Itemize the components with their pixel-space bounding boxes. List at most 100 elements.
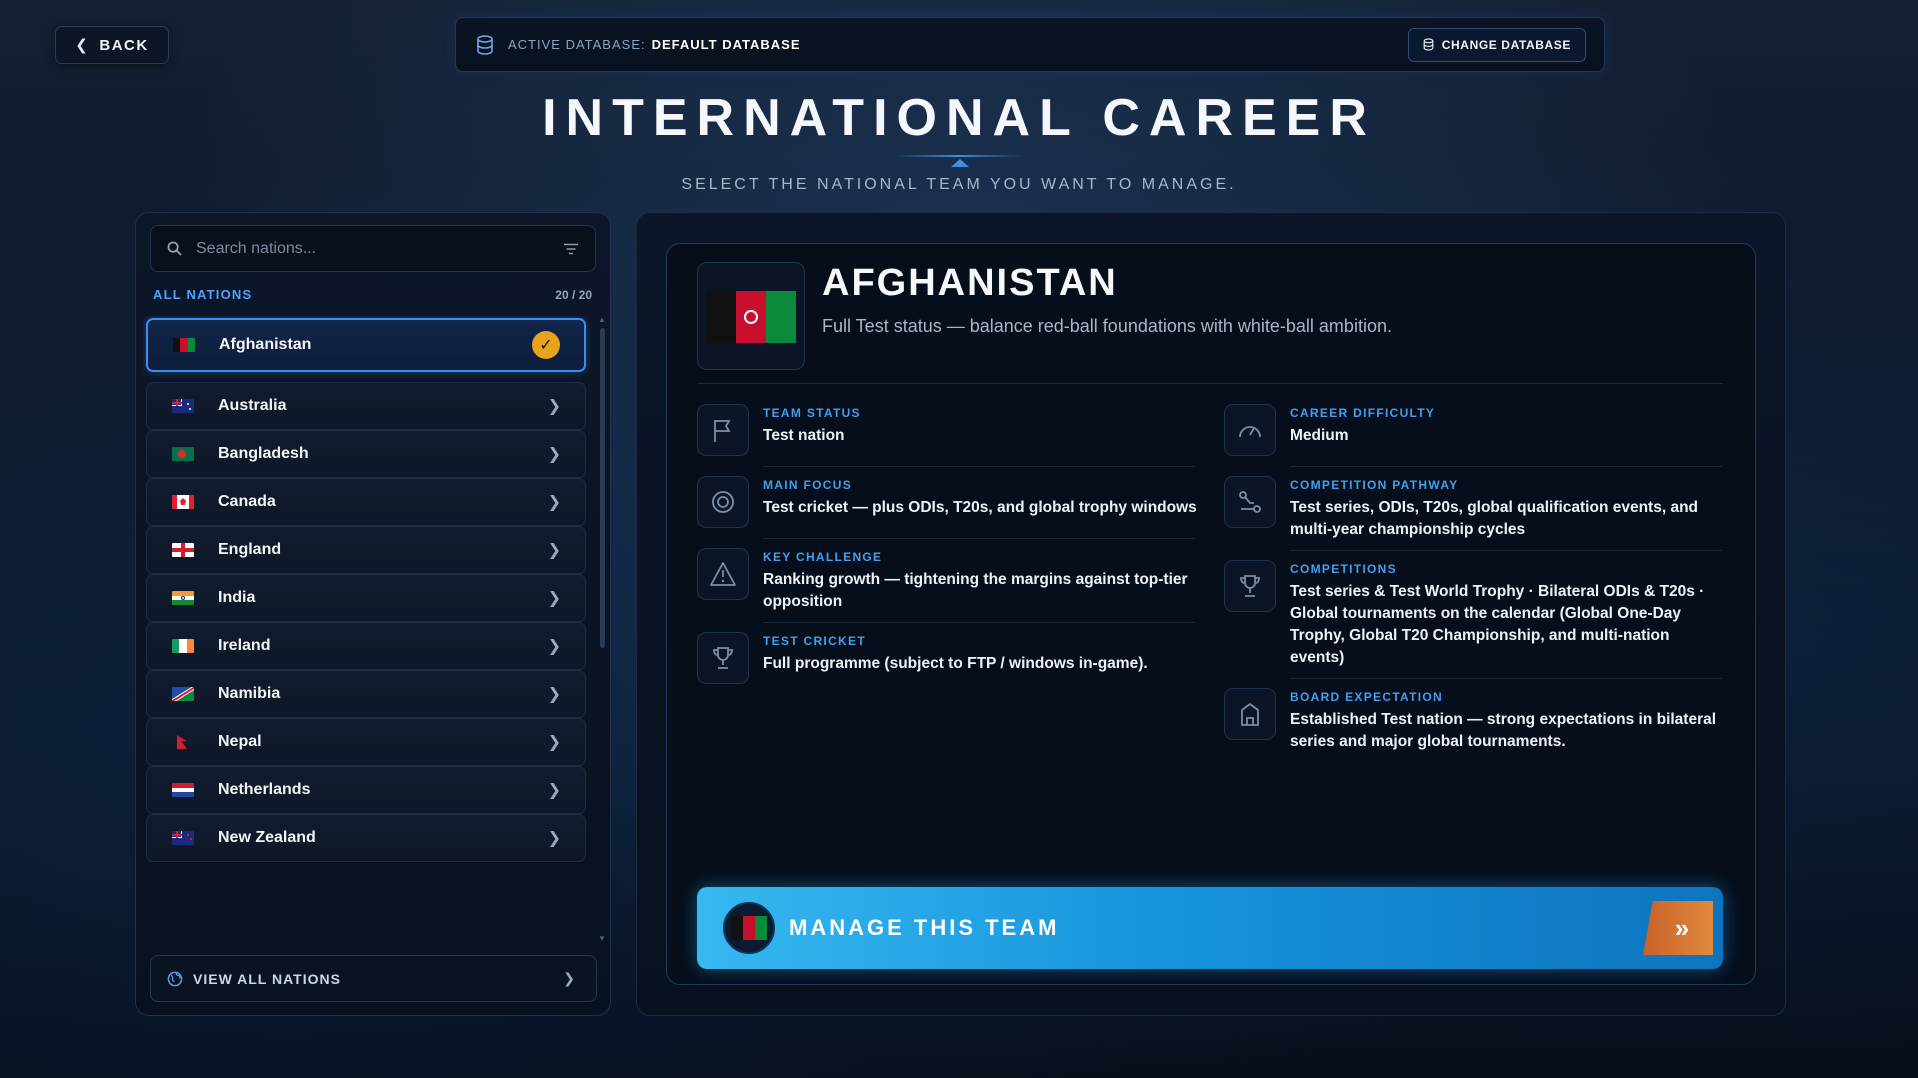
nation-name: New Zealand: [218, 829, 316, 846]
chevron-right-icon: ❯: [547, 446, 561, 463]
scroll-up-arrow-icon[interactable]: ▲: [598, 315, 606, 324]
search-placeholder: Search nations...: [196, 239, 317, 257]
competition-pathway-label: COMPETITION PATHWAY: [1290, 478, 1459, 492]
team-status-value: Test nation: [763, 427, 845, 444]
divider: [763, 466, 1195, 467]
nation-name: Australia: [218, 397, 287, 414]
database-icon: [1423, 38, 1434, 51]
nation-name: Nepal: [218, 733, 262, 750]
section-label: ALL NATIONS: [153, 287, 253, 302]
chevron-right-icon: ❯: [547, 542, 561, 559]
nation-name: Namibia: [218, 685, 281, 702]
nation-name: Afghanistan: [219, 336, 312, 353]
nation-item-bangladesh[interactable]: Bangladesh ❯: [146, 430, 586, 478]
chevron-right-icon: ❯: [547, 494, 561, 511]
pathway-icon: [1224, 476, 1276, 528]
chevron-left-icon: ❮: [75, 37, 90, 54]
database-icon: [477, 34, 493, 55]
nation-item-ireland[interactable]: Ireland ❯: [146, 622, 586, 670]
nation-item-namibia[interactable]: Namibia ❯: [146, 670, 586, 718]
nation-item-new-zealand[interactable]: New Zealand ❯: [146, 814, 586, 862]
change-database-label: CHANGE DATABASE: [1441, 37, 1571, 52]
flag-icon: [172, 495, 194, 509]
target-icon: [697, 476, 749, 528]
search-icon: [167, 241, 182, 256]
competitions-label: COMPETITIONS: [1290, 562, 1397, 576]
team-description: Full Test status — balance red-ball foun…: [822, 316, 1392, 336]
nation-name: India: [218, 589, 256, 606]
divider: [697, 383, 1723, 384]
scroll-down-arrow-icon[interactable]: ▼: [598, 934, 606, 943]
scrollbar-thumb[interactable]: [600, 328, 605, 648]
back-button[interactable]: ❮ BACK: [55, 26, 169, 64]
divider: [1290, 466, 1722, 467]
nation-item-afghanistan[interactable]: Afghanistan ✓: [146, 318, 586, 372]
divider: [763, 538, 1195, 539]
chevron-right-icon: ❯: [547, 398, 561, 415]
db-value: DEFAULT DATABASE: [651, 37, 801, 52]
change-database-button[interactable]: CHANGE DATABASE: [1407, 27, 1586, 62]
nation-name: Canada: [218, 493, 276, 510]
team-status-label: TEAM STATUS: [763, 406, 861, 420]
chevron-right-icon: ❯: [547, 830, 561, 847]
chevron-right-icon: ❯: [547, 734, 561, 751]
flag-icon: [172, 447, 194, 461]
manage-team-label: MANAGE THIS TEAM: [789, 915, 1060, 940]
flag-icon: [172, 783, 194, 797]
nation-item-nepal[interactable]: Nepal ❯: [146, 718, 586, 766]
page-subtitle: SELECT THE NATIONAL TEAM YOU WANT TO MAN…: [681, 176, 1237, 193]
divider: [763, 622, 1195, 623]
nations-count: 20 / 20: [555, 288, 592, 302]
career-difficulty-label: CAREER DIFFICULTY: [1290, 406, 1436, 420]
flag-icon: [172, 687, 194, 701]
db-label: ACTIVE DATABASE:: [508, 37, 646, 52]
view-all-nations-button[interactable]: VIEW ALL NATIONS ❯: [150, 955, 597, 1002]
divider: [1290, 550, 1722, 551]
flag-icon: [697, 404, 749, 456]
flag-icon: [172, 639, 194, 653]
main-focus-label: MAIN FOCUS: [763, 478, 852, 492]
chevron-right-icon: ❯: [563, 970, 576, 986]
flag-icon: [172, 591, 194, 605]
warning-icon: [697, 548, 749, 600]
gauge-icon: [1224, 404, 1276, 456]
nations-list: Afghanistan ✓ Australia ❯ Bangladesh ❯ C…: [143, 316, 591, 944]
manage-team-button[interactable]: MANAGE THIS TEAM »: [697, 887, 1723, 969]
test-cricket-value: Full programme (subject to FTP / windows…: [763, 655, 1148, 672]
trophy-icon: [697, 632, 749, 684]
check-icon: ✓: [532, 331, 560, 359]
nation-item-canada[interactable]: Canada ❯: [146, 478, 586, 526]
nation-item-netherlands[interactable]: Netherlands ❯: [146, 766, 586, 814]
chevron-right-icon: ❯: [547, 638, 561, 655]
afghanistan-flag-icon: [706, 291, 796, 343]
nation-name: Ireland: [218, 637, 271, 654]
nation-item-england[interactable]: England ❯: [146, 526, 586, 574]
board-expectation-label: BOARD EXPECTATION: [1290, 690, 1443, 704]
nation-item-india[interactable]: India ❯: [146, 574, 586, 622]
flag-icon: [172, 831, 194, 845]
flag-icon: [172, 399, 194, 413]
database-bar: ACTIVE DATABASE: DEFAULT DATABASE CHANGE…: [455, 17, 1605, 72]
trophy-icon: [1224, 560, 1276, 612]
nation-name: Netherlands: [218, 781, 311, 798]
building-icon: [1224, 688, 1276, 740]
test-cricket-label: TEST CRICKET: [763, 634, 866, 648]
search-input[interactable]: Search nations...: [150, 225, 596, 272]
flag-icon: [173, 338, 195, 352]
globe-icon: [167, 971, 183, 986]
title-divider: [895, 155, 1023, 157]
chevron-right-icon: ❯: [547, 590, 561, 607]
competition-pathway-value: Test series, ODIs, T20s, global qualific…: [1290, 499, 1699, 538]
filter-icon[interactable]: [563, 243, 579, 255]
board-expectation-value: Established Test nation — strong expecta…: [1290, 711, 1717, 750]
nation-item-australia[interactable]: Australia ❯: [146, 382, 586, 430]
title-divider-marker: [951, 159, 969, 167]
career-difficulty-value: Medium: [1290, 427, 1349, 444]
chevron-right-icon: ❯: [547, 782, 561, 799]
page-title: INTERNATIONAL CAREER: [542, 89, 1376, 147]
main-focus-value: Test cricket — plus ODIs, T20s, and glob…: [763, 499, 1197, 516]
team-name: AFGHANISTAN: [822, 262, 1118, 304]
key-challenge-label: KEY CHALLENGE: [763, 550, 883, 564]
flag-icon: [172, 735, 194, 749]
chevron-right-icon: ❯: [547, 686, 561, 703]
